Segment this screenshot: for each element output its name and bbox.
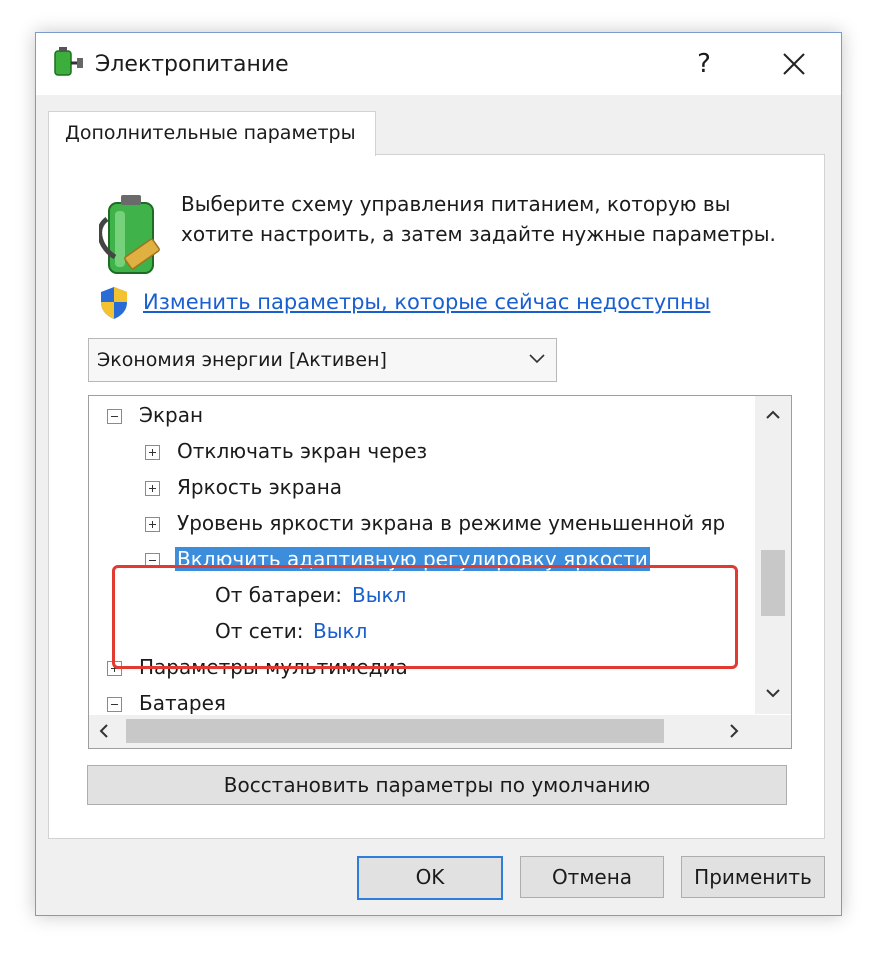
power-plug-icon (54, 47, 83, 76)
scroll-right-icon[interactable] (729, 724, 739, 738)
tree-rows: Экран Отключать экран через Яркость экра… (89, 396, 753, 714)
collapse-icon[interactable] (145, 553, 160, 568)
apply-button[interactable]: Применить (681, 856, 825, 898)
cancel-button[interactable]: Отмена (520, 856, 664, 898)
vertical-scrollbar[interactable] (755, 396, 791, 714)
intro-text: Выберите схему управления питанием, кото… (181, 192, 776, 246)
scroll-up-icon[interactable] (766, 410, 780, 420)
power-options-dialog: Электропитание ? Дополнительные параметр… (35, 32, 842, 916)
tab-label: Дополнительные параметры (65, 122, 356, 144)
power-plan-value: Экономия энергии [Активен] (97, 349, 387, 371)
chevron-down-icon (529, 354, 545, 364)
uac-shield-icon (101, 287, 127, 319)
horizontal-scrollbar[interactable] (89, 715, 791, 748)
close-icon (783, 53, 805, 75)
collapse-icon[interactable] (107, 409, 122, 424)
scroll-left-icon[interactable] (99, 724, 109, 738)
plugged-in-value[interactable]: Выкл (313, 619, 367, 643)
ok-button[interactable]: OK (357, 856, 503, 900)
battery-icon (99, 195, 160, 274)
power-plan-select[interactable]: Экономия энергии [Активен] (88, 338, 557, 382)
on-battery-value[interactable]: Выкл (352, 583, 406, 607)
expand-icon[interactable] (145, 445, 160, 460)
expand-icon[interactable] (145, 481, 160, 496)
settings-tree[interactable]: Экран Отключать экран через Яркость экра… (88, 395, 792, 749)
horizontal-scroll-thumb[interactable] (126, 719, 664, 743)
window-title: Электропитание (95, 52, 289, 77)
change-unavailable-settings-link[interactable]: Изменить параметры, которые сейчас недос… (143, 290, 710, 314)
expand-icon[interactable] (107, 661, 122, 676)
help-button[interactable]: ? (676, 38, 732, 90)
scroll-down-icon[interactable] (766, 688, 780, 698)
vertical-scroll-thumb[interactable] (761, 550, 785, 616)
restore-defaults-button[interactable]: Восстановить параметры по умолчанию (87, 765, 787, 805)
title-bar: Электропитание ? (36, 33, 841, 95)
close-button[interactable] (766, 38, 822, 90)
expand-icon[interactable] (145, 517, 160, 532)
settings-panel: Выберите схему управления питанием, кото… (48, 154, 825, 839)
collapse-icon[interactable] (107, 697, 122, 712)
tab-advanced-settings[interactable]: Дополнительные параметры (48, 111, 376, 156)
